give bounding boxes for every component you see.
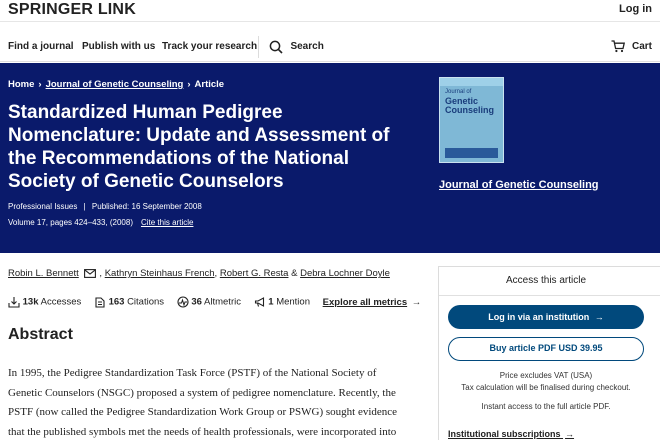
accesses-label: Accesses [40,296,82,308]
journal-title-link[interactable]: Journal of Genetic Counseling [439,179,599,191]
login-institution-label: Log in via an institution [488,312,590,322]
mention-metric: 1 Mention [254,296,310,308]
article-title: Standardized Human Pedigree Nomenclature… [8,102,390,192]
institutional-subscriptions-link[interactable]: Institutional subscriptions → [448,429,574,439]
log-in-link[interactable]: Log in [619,3,652,15]
cart-button[interactable]: Cart [611,38,652,56]
arrow-right-icon: → [411,296,422,308]
panel-divider [439,295,660,296]
author-list: Robin L. Bennett , Kathryn Steinhaus Fre… [8,268,390,279]
accesses-metric: 13k Accesses [8,296,81,308]
brand-bar: Springer Link Log in [0,0,660,22]
author-link[interactable]: Robin L. Bennett [8,268,79,279]
nav-divider [258,36,259,58]
author-link[interactable]: Robert G. Resta [220,268,289,279]
cart-label: Cart [631,41,652,53]
cart-icon [611,40,625,53]
buy-pdf-button[interactable]: Buy article PDF USD 39.95 [448,337,644,361]
find-journal-link[interactable]: Find a journal [8,41,74,52]
author-separator: & [288,268,301,279]
cover-title: Journal of Genetic Counseling [445,88,494,115]
springer-link-logo[interactable]: Springer Link [8,1,136,19]
article-meta: Professional Issues | Published: 16 Sept… [8,202,202,211]
volume-info: Volume 17, pages 424–433, (2008) [8,218,133,227]
citation-icon [95,297,105,308]
citations-label: Citations [127,296,165,308]
altmetric-score: 36 [191,296,202,308]
cite-article-link[interactable]: Cite this article [141,218,193,227]
publish-link[interactable]: Publish with us [82,41,155,52]
accesses-count: 13k [22,296,39,308]
breadcrumb-current: Article [194,79,225,90]
abstract-heading: Abstract [8,326,73,343]
journal-cover-image[interactable]: Journal of Genetic Counseling [439,77,504,163]
megaphone-icon [254,297,264,307]
track-research-link[interactable]: Track your research [162,41,257,52]
price-note: Price excludes VAT (USA) [499,371,593,380]
article-hero: Home › Journal of Genetic Counseling › Artic… [0,63,660,253]
breadcrumb: Home › Journal of Genetic Counseling › Artic… [8,79,224,90]
login-institution-button[interactable]: Log in via an institution → [448,305,644,329]
envelope-icon[interactable] [84,269,97,278]
cover-title-line3: Counseling [445,105,494,115]
mention-label: Mention [276,296,310,308]
abstract-text: In 1995, the Pedigree Standardization Ta… [8,367,398,438]
explore-metrics-label: Explore all metrics [322,296,408,308]
breadcrumb-journal[interactable]: Journal of Genetic Counseling [46,79,184,90]
instant-access-note: Instant access to the full article PDF. [481,402,611,411]
subscriptions-label: Institutional subscriptions [448,429,561,439]
altmetric-icon [177,296,189,308]
arrow-right-icon: → [565,429,575,439]
access-panel: Access this article Log in via an instit… [438,266,660,440]
published-date: Published: 16 September 2008 [91,202,202,211]
main-nav: Find a journal Publish with us Track you… [0,32,660,62]
access-heading: Access this article [505,275,587,286]
search-button[interactable]: Search [269,38,324,56]
breadcrumb-home[interactable]: Home [8,79,34,90]
meta-divider: | [83,202,86,211]
chevron-right-icon: › [187,79,191,90]
search-icon [269,40,283,54]
author-link[interactable]: Kathryn Steinhaus French [105,268,215,279]
arrow-right-icon: → [594,312,604,322]
article-type: Professional Issues [8,202,78,211]
citations-metric: 163 Citations [94,296,164,308]
altmetric-label: Altmetric [204,296,241,308]
citations-count: 163 [108,296,125,308]
mention-count: 1 [268,296,274,308]
cover-band [440,78,503,86]
explore-metrics-link[interactable]: Explore all metrics → [323,297,422,308]
download-icon [8,297,20,308]
search-label: Search [290,41,324,53]
cover-footer-band [445,148,498,158]
altmetric-metric: 36 Altmetric [177,296,241,308]
author-link[interactable]: Debra Lochner Doyle [300,268,390,279]
chevron-right-icon: › [38,79,42,90]
tax-note: Tax calculation will be finalised during… [461,383,631,392]
article-metrics: 13k Accesses 163 Citations 36 Altmetric … [8,296,431,310]
article-volume-row: Volume 17, pages 424–433, (2008) Cite thi… [8,218,193,227]
